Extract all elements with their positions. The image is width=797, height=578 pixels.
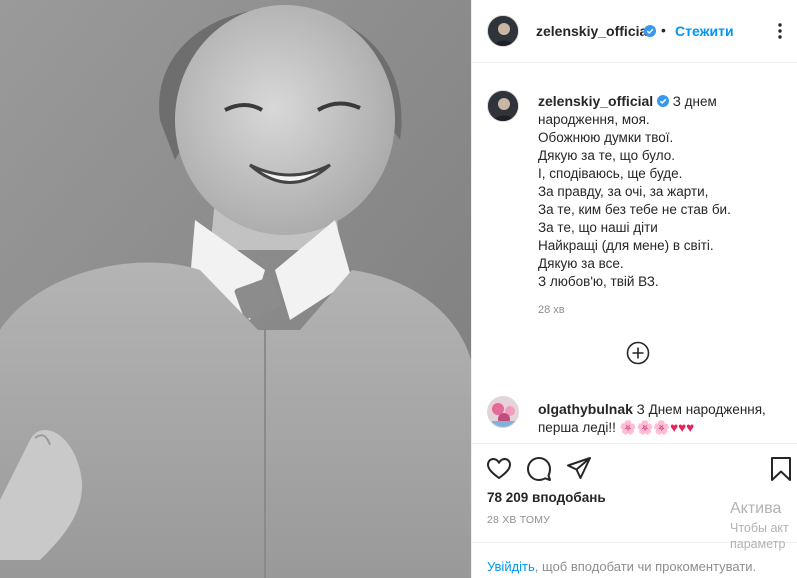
verified-badge-icon bbox=[656, 95, 669, 107]
likes-count[interactable]: 78 209 вподобань bbox=[487, 490, 606, 505]
author-username[interactable]: zelenskiy_official bbox=[536, 23, 651, 39]
caption-line: За те, що наші діти bbox=[538, 220, 658, 235]
caption-line: За правду, за очі, за жарти, bbox=[538, 184, 709, 199]
caption-line: Найкращі (для мене) в світі. bbox=[538, 238, 714, 253]
caption-text: zelenskiy_official З днем народження, мо… bbox=[538, 92, 788, 291]
heart-emoji: ♥♥♥ bbox=[670, 420, 695, 435]
action-bar bbox=[472, 444, 797, 488]
caption-timestamp[interactable]: 28 хв bbox=[538, 304, 565, 316]
login-link[interactable]: Увійдіть bbox=[487, 559, 535, 574]
caption-avatar[interactable] bbox=[487, 90, 519, 122]
post-header: zelenskiy_official • Стежити bbox=[472, 0, 797, 63]
post-side-panel: zelenskiy_official • Стежити zelenskiy_o… bbox=[471, 0, 797, 578]
caption-line: Дякую за те, що було. bbox=[538, 148, 676, 163]
plus-circle-icon[interactable] bbox=[626, 341, 650, 365]
commenter-avatar[interactable] bbox=[487, 396, 519, 428]
caption-line: З днем bbox=[672, 94, 717, 109]
comment-bubble-icon[interactable] bbox=[526, 456, 552, 482]
login-prompt-text: , щоб вподобати чи прокоментувати. bbox=[534, 559, 757, 574]
caption-line: З любов'ю, твій ВЗ. bbox=[538, 274, 659, 289]
bookmark-icon[interactable] bbox=[768, 456, 794, 482]
caption-line: народження, моя. bbox=[538, 112, 650, 127]
comment-text: olgathybulnak З Днем народження, перша л… bbox=[538, 400, 783, 437]
caption-line: Обожнюю думки твої. bbox=[538, 130, 674, 145]
comments-area[interactable]: zelenskiy_official З днем народження, мо… bbox=[472, 64, 797, 444]
caption-line: І, сподіваюсь, ще буде. bbox=[538, 166, 683, 181]
caption-line: За те, ким без тебе не став би. bbox=[538, 202, 731, 217]
heart-icon[interactable] bbox=[486, 456, 512, 482]
flower-emoji: 🌸🌸🌸 bbox=[619, 420, 671, 435]
photo-image bbox=[0, 0, 471, 578]
header-separator: • bbox=[661, 22, 666, 38]
paper-plane-icon[interactable] bbox=[566, 456, 592, 482]
caption-username[interactable]: zelenskiy_official bbox=[538, 93, 653, 109]
post-timestamp[interactable]: 28 ХВ ТОМУ bbox=[487, 514, 550, 526]
commenter-username[interactable]: olgathybulnak bbox=[538, 401, 633, 417]
follow-button[interactable]: Стежити bbox=[675, 23, 734, 39]
verified-badge-icon bbox=[644, 25, 656, 37]
author-avatar[interactable] bbox=[487, 15, 519, 47]
post-photo[interactable] bbox=[0, 0, 471, 578]
caption-line: Дякую за все. bbox=[538, 256, 624, 271]
login-prompt: Увійдіть, щоб вподобати чи прокоментуват… bbox=[472, 542, 797, 578]
more-options-icon[interactable] bbox=[772, 22, 788, 40]
